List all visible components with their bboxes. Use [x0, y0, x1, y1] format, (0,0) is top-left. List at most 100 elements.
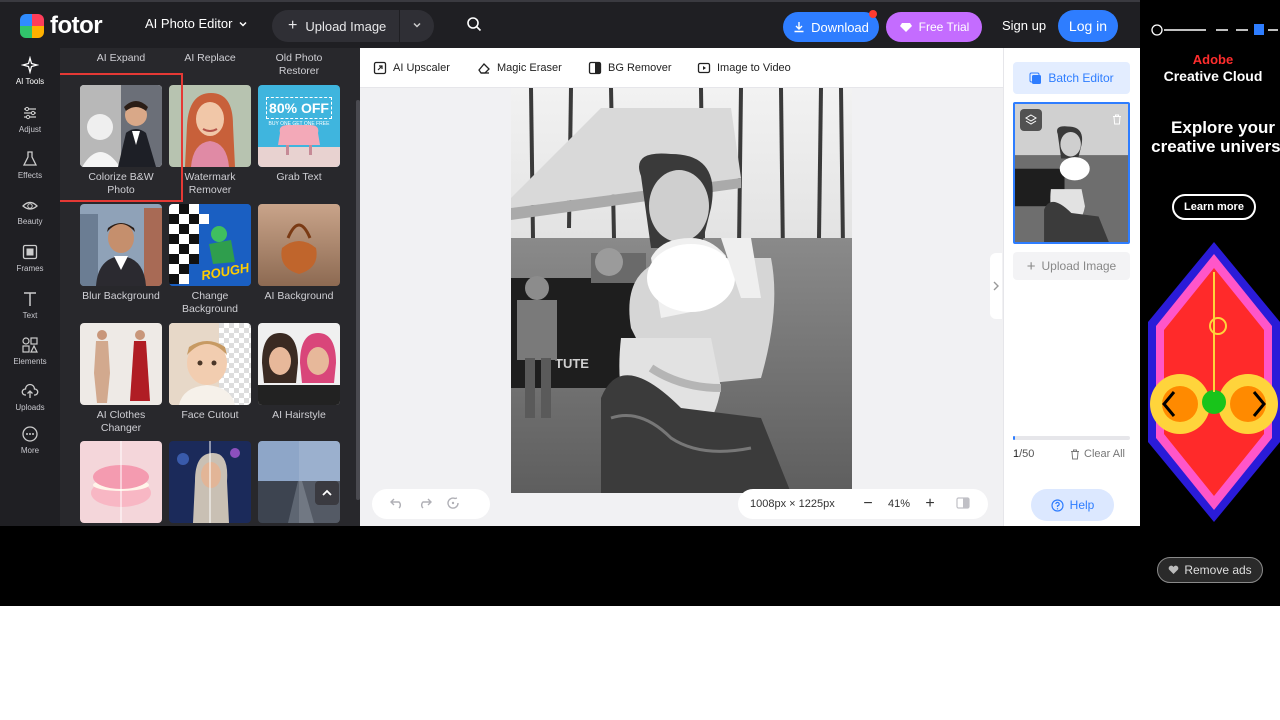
magic-eraser-button[interactable]: Magic Eraser [477, 61, 562, 75]
batch-editor-label: Batch Editor [1048, 71, 1114, 85]
ai-photo-editor-menu[interactable]: AI Photo Editor [145, 16, 248, 31]
clear-all-label: Clear All [1084, 448, 1125, 460]
tool-blur-background[interactable]: Blur Background [80, 204, 162, 303]
zoom-in-button[interactable]: + [918, 495, 942, 513]
right-panel: Batch Editor + Upload Image 1/50 Clear A… [990, 48, 1140, 526]
nav-frames[interactable]: Frames [0, 243, 60, 273]
help-label: Help [1069, 498, 1095, 512]
batch-editor-button[interactable]: Batch Editor [1013, 62, 1130, 94]
tool-ai-background[interactable]: AI Background [258, 204, 340, 303]
highlight-box [60, 73, 183, 202]
nav-more[interactable]: More [0, 425, 60, 455]
ai-upscaler-button[interactable]: AI Upscaler [373, 61, 450, 75]
more-icon [22, 426, 38, 442]
tool-label-ai-expand[interactable]: AI Expand [80, 52, 162, 65]
free-trial-button[interactable]: Free Trial [886, 12, 982, 42]
upload-progress-bar [1013, 436, 1130, 440]
download-button[interactable]: Download [783, 10, 879, 42]
download-label: Download [811, 19, 869, 35]
tool-label-old-photo-restorer[interactable]: Old Photo Restorer [258, 52, 340, 78]
remove-ads-label: Remove ads [1184, 563, 1252, 577]
macaron-thumb-art [80, 441, 162, 523]
nav-beauty[interactable]: Beauty [0, 196, 60, 226]
expand-right-panel-button[interactable] [990, 253, 1002, 319]
plus-icon: + [288, 17, 298, 34]
tool-face-cutout[interactable]: Face Cutout [169, 323, 251, 422]
tool-label-ai-replace[interactable]: AI Replace [169, 52, 251, 65]
selected-image-thumbnail[interactable] [1013, 102, 1130, 244]
logo-text: fotor [50, 12, 103, 39]
reset-button[interactable] [446, 496, 460, 513]
nav-uploads[interactable]: Uploads [0, 382, 60, 412]
reset-icon [447, 496, 459, 509]
nav-adjust[interactable]: Adjust [0, 104, 60, 134]
compare-button[interactable] [956, 496, 970, 512]
nav-text[interactable]: Text [0, 290, 60, 320]
log-in-button[interactable]: Log in [1058, 10, 1118, 42]
right-upload-image-button[interactable]: + Upload Image [1013, 252, 1130, 280]
bg-remover-button[interactable]: BG Remover [588, 61, 672, 75]
tool-label: Change Background [181, 290, 239, 315]
heart-icon [1168, 565, 1179, 574]
chevron-up-icon [322, 489, 332, 496]
undo-button[interactable] [390, 497, 404, 512]
zoom-out-button[interactable]: − [856, 495, 880, 513]
nav-ai-tools[interactable]: AI Tools [0, 56, 60, 86]
compare-icon [956, 496, 970, 509]
ad-banner[interactable]: Adobe Creative Cloud Explore your creati… [1140, 0, 1280, 606]
redo-button[interactable] [418, 497, 432, 512]
tool-ai-hairstyle[interactable]: AI Hairstyle [258, 323, 340, 422]
upload-dropdown-button[interactable] [400, 19, 434, 33]
notification-dot [869, 10, 877, 18]
tool-thumbnail [80, 204, 162, 286]
remove-ads-button[interactable]: Remove ads [1157, 557, 1263, 583]
video-icon [697, 62, 711, 74]
zoom-controls: 1008px × 1225px − 41% + [738, 489, 988, 519]
ad-brand-line2: Creative Cloud [1163, 68, 1263, 84]
search-icon [467, 17, 482, 32]
tool-thumbnail: ROUGH [169, 204, 251, 286]
image-to-video-button[interactable]: Image to Video [697, 61, 791, 75]
ad-learn-more-button[interactable]: Learn more [1172, 194, 1256, 220]
left-nav: AI Tools Adjust Effects Beauty Frames Te… [0, 48, 60, 526]
layers-icon [1025, 114, 1037, 125]
shapes-icon [22, 337, 38, 353]
tool-label: AI Clothes Changer [96, 409, 146, 434]
history-controls [372, 489, 490, 519]
download-icon [794, 22, 804, 33]
canvas-photo[interactable]: TUTE [511, 88, 852, 493]
tool-grab-text[interactable]: 80% OFF BUY ONE GET ONE FREE Grab Text [258, 85, 340, 184]
scroll-to-top-button[interactable] [315, 481, 339, 505]
tool-thumbnail [258, 204, 340, 286]
zoom-level[interactable]: 41% [880, 498, 918, 510]
layers-button[interactable] [1020, 109, 1042, 131]
cloud-upload-icon [21, 383, 39, 398]
chevron-right-icon [993, 281, 999, 291]
upscale-icon [373, 61, 387, 75]
trash-icon [1113, 114, 1121, 125]
nav-elements[interactable]: Elements [0, 336, 60, 366]
tool-label: Face Cutout [181, 409, 239, 421]
clear-all-button[interactable]: Clear All [1070, 448, 1125, 460]
tool-tile-macaron[interactable] [80, 441, 162, 523]
tool-tile-night-portrait[interactable] [169, 441, 251, 523]
sign-up-link[interactable]: Sign up [1002, 18, 1046, 33]
hairstyle-thumb-art [258, 323, 340, 405]
ad-artwork [1148, 242, 1280, 522]
delete-image-button[interactable] [1112, 112, 1122, 130]
nav-effects[interactable]: Effects [0, 150, 60, 180]
night-portrait-thumb-art [169, 441, 251, 523]
app-root: fotor AI Photo Editor + Upload Image Dow… [0, 0, 1280, 606]
upload-image-button[interactable]: + Upload Image [272, 10, 400, 42]
tool-thumbnail [80, 441, 162, 523]
ad-brand-line1: Adobe [1192, 52, 1234, 67]
flask-icon [22, 151, 38, 166]
ai-photo-editor-label: AI Photo Editor [145, 16, 233, 31]
tool-ai-clothes-changer[interactable]: AI Clothes Changer [80, 323, 162, 435]
search-button[interactable] [466, 16, 482, 37]
help-button[interactable]: Help [1031, 489, 1114, 521]
tool-change-background[interactable]: ROUGH Change Background [169, 204, 251, 316]
nav-label: Beauty [17, 217, 43, 226]
eye-icon [22, 201, 38, 210]
fotor-logo[interactable]: fotor [20, 12, 103, 40]
